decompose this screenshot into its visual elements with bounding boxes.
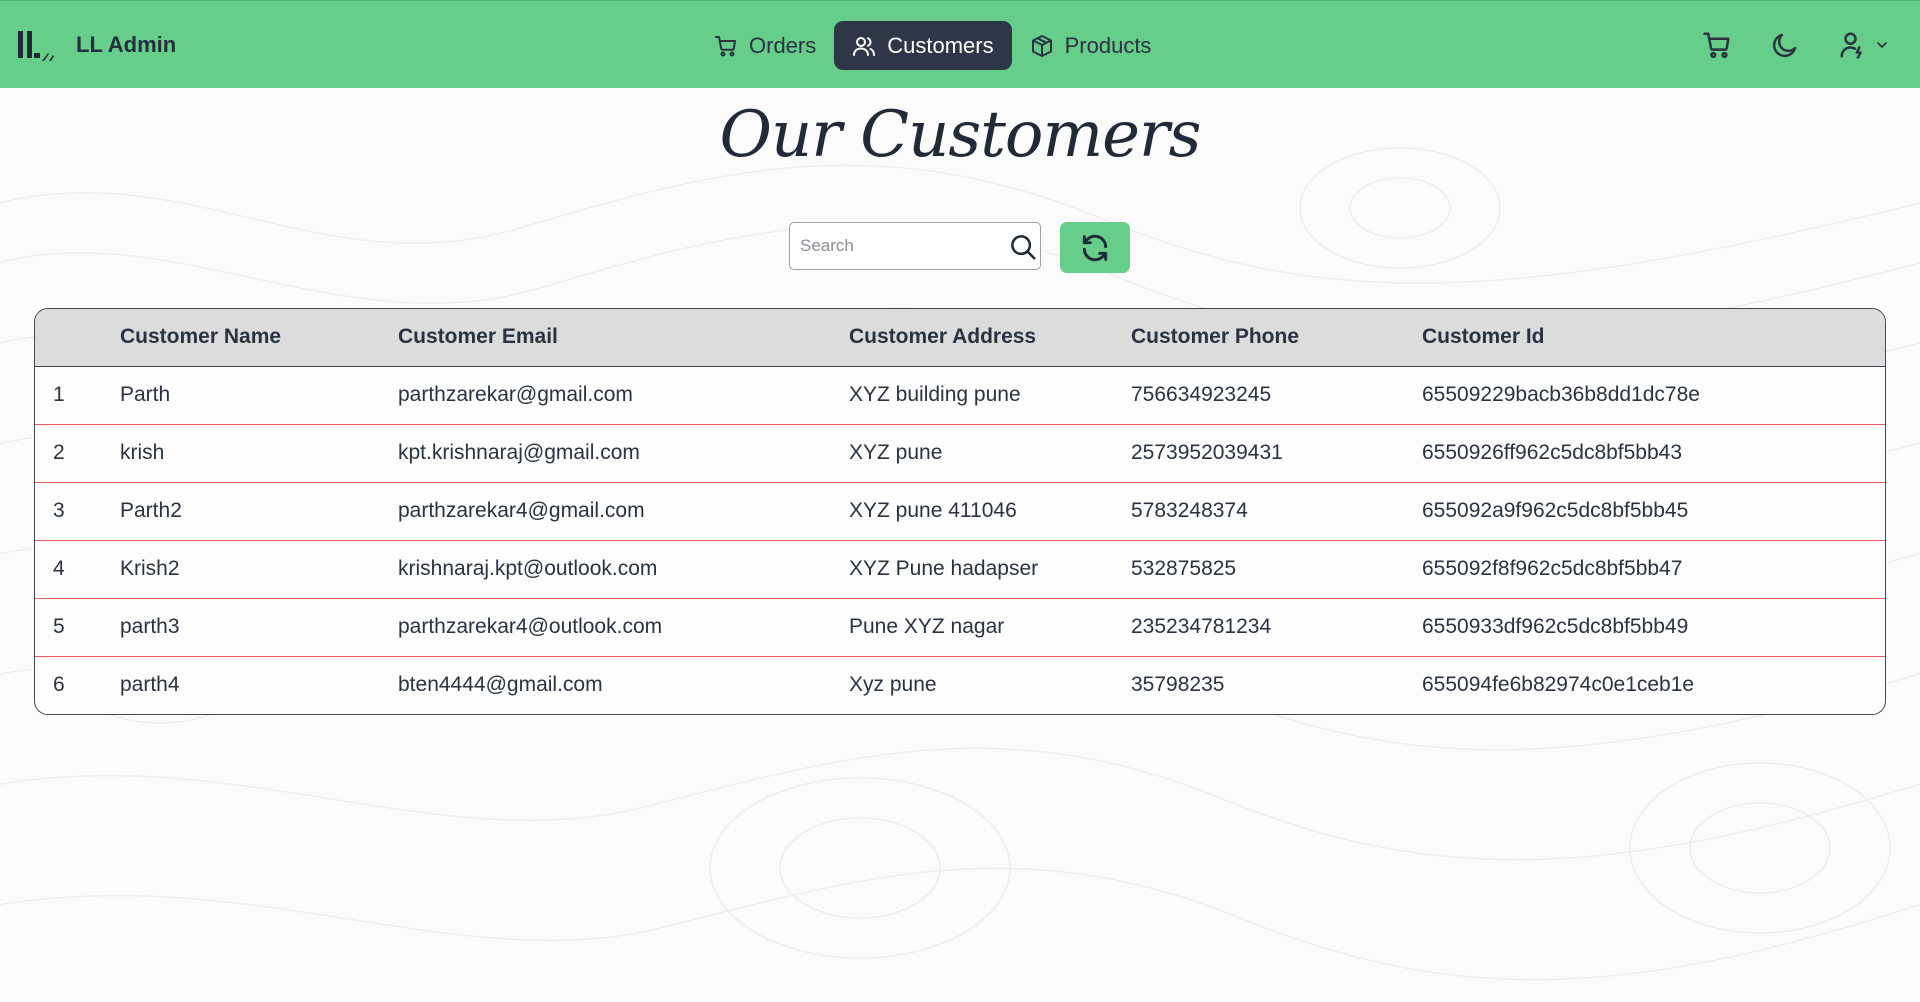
cell-name: krish (120, 441, 165, 464)
customers-table: Customer Name Customer Email Customer Ad… (34, 308, 1886, 715)
cell-id: 655092a9f962c5dc8bf5bb45 (1422, 499, 1689, 522)
cell-address: Xyz pune (849, 673, 937, 697)
cart-icon (715, 35, 736, 56)
cell-id: 655094fe6b82974c0e1ceb1e (1422, 673, 1695, 697)
search-box (789, 222, 1041, 270)
column-header-name: Customer Name (120, 325, 282, 349)
chevron-down-icon (1877, 42, 1887, 48)
ll-logo-icon (18, 31, 54, 61)
refresh-button[interactable] (1060, 222, 1130, 273)
cell-email: parthzarekar4@outlook.com (398, 615, 663, 638)
cell-address: XYZ pune (849, 441, 943, 464)
cell-name: parth3 (120, 615, 180, 638)
table-row[interactable]: 6 parth4 bten4444@gmail.com Xyz pune 357… (35, 656, 1885, 714)
column-header-index (35, 309, 120, 366)
cell-phone: 235234781234 (1131, 615, 1272, 638)
nav-orders[interactable]: Orders (696, 21, 834, 70)
column-header-email: Customer Email (398, 325, 558, 349)
column-header-address: Customer Address (849, 325, 1037, 349)
cell-phone: 532875825 (1131, 557, 1237, 580)
cell-address: XYZ pune 411046 (849, 499, 1017, 522)
table-row[interactable]: 1 Parth parthzarekar@gmail.com XYZ build… (35, 366, 1885, 424)
page-title: Our Customers (719, 98, 1202, 172)
nav-products-label: Products (1064, 32, 1152, 58)
table-row[interactable]: 5 parth3 parthzarekar4@outlook.com Pune … (35, 598, 1885, 656)
cell-id: 6550933df962c5dc8bf5bb49 (1422, 615, 1689, 638)
cell-name: Parth2 (120, 499, 182, 522)
box-icon (1031, 34, 1052, 57)
column-header-phone: Customer Phone (1131, 325, 1300, 349)
user-menu-button[interactable] (1838, 30, 1890, 60)
cell-email: parthzarekar4@gmail.com (398, 499, 645, 522)
cell-name: Parth (120, 383, 171, 406)
cell-index: 2 (53, 441, 65, 464)
cell-phone: 2573952039431 (1131, 441, 1283, 464)
cell-phone: 35798235 (1131, 673, 1225, 697)
cell-index: 5 (53, 615, 65, 638)
cell-phone: 756634923245 (1131, 383, 1272, 406)
search-input[interactable] (800, 236, 1000, 256)
cell-phone: 5783248374 (1131, 499, 1248, 522)
nav-products[interactable]: Products (1012, 21, 1170, 70)
main-nav: Orders Customers Products (696, 21, 1169, 70)
brand-name: LL Admin (76, 32, 177, 57)
cart-icon (1703, 32, 1730, 59)
cell-email: parthzarekar@gmail.com (398, 383, 633, 406)
cell-index: 6 (53, 673, 65, 697)
cell-name: Krish2 (120, 557, 180, 580)
top-actions (1702, 27, 1890, 63)
cell-name: parth4 (120, 673, 180, 697)
cart-button[interactable] (1702, 30, 1732, 60)
cell-email: kpt.krishnaraj@gmail.com (398, 441, 640, 464)
table-row[interactable]: 3 Parth2 parthzarekar4@gmail.com XYZ pun… (35, 482, 1885, 540)
cell-id: 655092f8f962c5dc8bf5bb47 (1422, 557, 1683, 580)
table-row[interactable]: 4 Krish2 krishnaraj.kpt@outlook.com XYZ … (35, 540, 1885, 598)
users-icon (853, 36, 876, 56)
cell-address: XYZ Pune hadapser (849, 557, 1039, 580)
cell-index: 1 (53, 383, 65, 406)
theme-toggle-button[interactable] (1770, 30, 1800, 60)
search-icon[interactable] (1008, 232, 1038, 262)
cell-email: bten4444@gmail.com (398, 673, 603, 697)
nav-orders-label: Orders (749, 32, 817, 58)
user-menu-icon (1840, 32, 1862, 59)
cell-address: XYZ building pune (849, 383, 1021, 406)
nav-customers[interactable]: Customers (834, 21, 1012, 70)
refresh-icon (1082, 234, 1108, 261)
cell-address: Pune XYZ nagar (849, 615, 1005, 638)
cell-index: 3 (53, 499, 65, 522)
cell-index: 4 (53, 557, 65, 580)
cell-id: 6550926ff962c5dc8bf5bb43 (1422, 441, 1683, 464)
top-navbar: LL Admin Orders Customers Products (0, 0, 1920, 88)
cell-email: krishnaraj.kpt@outlook.com (398, 557, 658, 580)
cell-id: 65509229bacb36b8dd1dc78e (1422, 383, 1700, 406)
table-row[interactable]: 2 krish kpt.krishnaraj@gmail.com XYZ pun… (35, 424, 1885, 482)
moon-icon (1772, 33, 1797, 58)
column-header-id: Customer Id (1422, 325, 1545, 349)
brand[interactable]: LL Admin (16, 27, 176, 63)
table-header-row: Customer Name Customer Email Customer Ad… (35, 309, 1885, 366)
nav-customers-label: Customers (887, 32, 994, 58)
